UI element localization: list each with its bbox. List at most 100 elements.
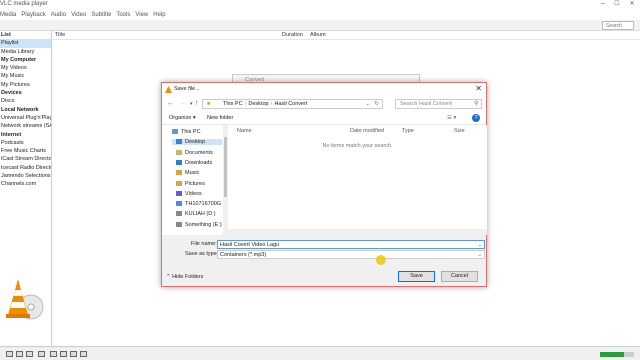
nav-item[interactable]: Downloads bbox=[176, 159, 213, 166]
sidebar-item[interactable]: Icecast Radio Directory bbox=[0, 164, 51, 172]
nav-item-label: Documents bbox=[185, 149, 213, 156]
column-duration[interactable]: Duration bbox=[282, 32, 303, 38]
downloads-icon bbox=[176, 159, 182, 165]
column-date-modified[interactable]: Date modified bbox=[350, 128, 384, 134]
maximize-icon[interactable]: ☐ bbox=[610, 0, 624, 9]
forward-icon[interactable]: → bbox=[179, 100, 186, 107]
next-button[interactable] bbox=[38, 351, 45, 357]
new-folder-button[interactable]: New folder bbox=[207, 115, 233, 121]
sidebar-item: Internet bbox=[1, 131, 22, 138]
address-bar[interactable]: This PC › Desktop › Hasil Convert ■ ⌄ ↻ bbox=[202, 99, 383, 109]
pc-icon bbox=[172, 129, 178, 134]
play-button[interactable] bbox=[6, 351, 13, 357]
stop-button[interactable] bbox=[26, 351, 33, 357]
save-type-dropdown-icon[interactable]: ⌄ bbox=[478, 251, 482, 259]
menu-help[interactable]: Help bbox=[153, 10, 165, 20]
menu-tools[interactable]: Tools bbox=[116, 10, 130, 20]
videos-icon bbox=[176, 190, 182, 196]
desktop-icon bbox=[176, 139, 182, 145]
navigation-pane: This PC Desktop Documents Downloads Music Pic… bbox=[162, 125, 225, 235]
nav-item[interactable]: Pictures bbox=[176, 180, 205, 187]
back-icon[interactable]: ← bbox=[167, 100, 174, 107]
cursor-highlight bbox=[376, 255, 386, 265]
column-album[interactable]: Album bbox=[310, 32, 326, 38]
fullscreen-button[interactable] bbox=[50, 351, 57, 357]
address-dropdown-icon[interactable]: ⌄ bbox=[365, 100, 370, 109]
horizontal-scrollbar[interactable] bbox=[228, 229, 487, 235]
nav-item-label: Music bbox=[185, 170, 200, 177]
empty-message: No items match your search. bbox=[322, 143, 393, 149]
save-button[interactable]: Save bbox=[398, 271, 435, 282]
cancel-button[interactable]: Cancel bbox=[441, 271, 478, 282]
column-size[interactable]: Size bbox=[454, 128, 465, 134]
menu-playback[interactable]: Playback bbox=[21, 10, 45, 20]
file-name-value: Hasil Covert Video Lagu bbox=[220, 242, 280, 248]
sidebar-item[interactable]: Media Library bbox=[0, 48, 51, 56]
file-name-dropdown-icon[interactable]: ⌄ bbox=[478, 241, 482, 249]
volume-slider[interactable] bbox=[600, 352, 634, 357]
menu-video[interactable]: Video bbox=[71, 10, 86, 20]
dialog-close-icon[interactable]: ✕ bbox=[475, 84, 482, 93]
menu-media[interactable]: Media bbox=[0, 10, 16, 20]
sidebar-item[interactable]: iCast Stream Directory bbox=[0, 155, 51, 163]
nav-item-label: KULIAH (D:) bbox=[185, 211, 216, 218]
sidebar-item[interactable]: Jamendo Selections bbox=[0, 172, 51, 180]
nav-item[interactable]: Videos bbox=[176, 190, 202, 197]
close-icon[interactable]: ✕ bbox=[625, 0, 639, 9]
window-title: VLC media player bbox=[0, 1, 48, 7]
menu-view[interactable]: View bbox=[135, 10, 148, 20]
sidebar-item[interactable]: Free Music Charts bbox=[0, 147, 51, 155]
chevron-up-icon: ⌃ bbox=[166, 274, 171, 280]
nav-item[interactable]: Desktop bbox=[172, 139, 222, 146]
nav-item[interactable]: Something (E:) bbox=[176, 221, 222, 228]
column-type[interactable]: Type bbox=[402, 128, 414, 134]
playlist-toggle-button[interactable] bbox=[70, 351, 77, 357]
column-title[interactable]: Title bbox=[55, 32, 65, 38]
dialog-title: Save file... bbox=[174, 86, 200, 92]
nav-item-label: Downloads bbox=[185, 159, 213, 166]
nav-item[interactable]: KULIAH (D:) bbox=[176, 211, 216, 217]
sidebar-item[interactable]: Podcasts bbox=[0, 139, 51, 147]
refresh-icon[interactable]: ↻ bbox=[374, 100, 379, 109]
sidebar-item[interactable]: My Pictures bbox=[0, 81, 51, 89]
up-icon[interactable]: ↑ bbox=[195, 100, 199, 107]
sidebar-item[interactable]: Channels.com bbox=[0, 180, 51, 188]
random-button[interactable] bbox=[80, 351, 87, 357]
help-icon[interactable]: ? bbox=[472, 114, 480, 122]
nav-item[interactable]: Documents bbox=[176, 149, 213, 156]
playlist-search-input[interactable]: Search bbox=[602, 21, 634, 30]
sidebar-item[interactable]: My Music bbox=[0, 72, 51, 80]
search-input[interactable]: Search Hasil Convert bbox=[395, 99, 482, 109]
dialog-titlebar: Save file... ✕ bbox=[162, 83, 486, 96]
recent-locations-icon[interactable]: ▾ bbox=[190, 101, 193, 107]
menu-subtitle[interactable]: Subtitle bbox=[91, 10, 111, 20]
file-name-label: File name: bbox=[191, 241, 217, 247]
extended-settings-button[interactable] bbox=[60, 351, 67, 357]
menu-audio[interactable]: Audio bbox=[51, 10, 66, 20]
breadcrumb-this-pc[interactable]: This PC bbox=[223, 101, 243, 107]
sidebar-item[interactable]: Playlist bbox=[0, 39, 51, 48]
nav-item[interactable]: TH10716700G (C:) bbox=[176, 201, 224, 207]
drive-icon bbox=[176, 221, 182, 227]
nav-item[interactable]: This PC bbox=[172, 129, 201, 135]
view-options-icon[interactable]: ☰ ▾ bbox=[447, 115, 456, 121]
save-type-select[interactable]: Containers (*.mp3) ⌄ bbox=[217, 250, 485, 259]
nav-item-label: Something (E:) bbox=[185, 221, 222, 228]
file-name-input[interactable]: Hasil Covert Video Lagu ⌄ bbox=[217, 240, 485, 249]
sidebar-item[interactable]: Universal Plug'n'Play bbox=[0, 114, 51, 122]
column-name[interactable]: Name bbox=[237, 128, 252, 134]
nav-item[interactable]: Music bbox=[176, 170, 199, 176]
menu-bar: Media Playback Audio Video Subtitle Tools View… bbox=[0, 10, 640, 20]
vlc-icon bbox=[165, 86, 172, 93]
minimize-icon[interactable]: ─ bbox=[596, 0, 610, 9]
sidebar-item[interactable]: Discs bbox=[0, 97, 51, 105]
organize-button[interactable]: Organize ▾ bbox=[169, 115, 196, 121]
hide-folders-toggle[interactable]: ⌃ Hide Folders bbox=[166, 274, 203, 280]
breadcrumb-desktop[interactable]: Desktop bbox=[248, 101, 268, 107]
sidebar-item[interactable]: My Videos bbox=[0, 64, 51, 72]
sidebar-item[interactable]: Network streams (SAP) bbox=[0, 122, 51, 130]
previous-button[interactable] bbox=[16, 351, 23, 357]
address-row: ← → ▾ ↑ This PC › Desktop › Hasil Convert ■ … bbox=[162, 96, 486, 111]
search-icon: ⚲ bbox=[474, 101, 479, 107]
breadcrumb-hasil-convert[interactable]: Hasil Convert bbox=[274, 101, 307, 107]
